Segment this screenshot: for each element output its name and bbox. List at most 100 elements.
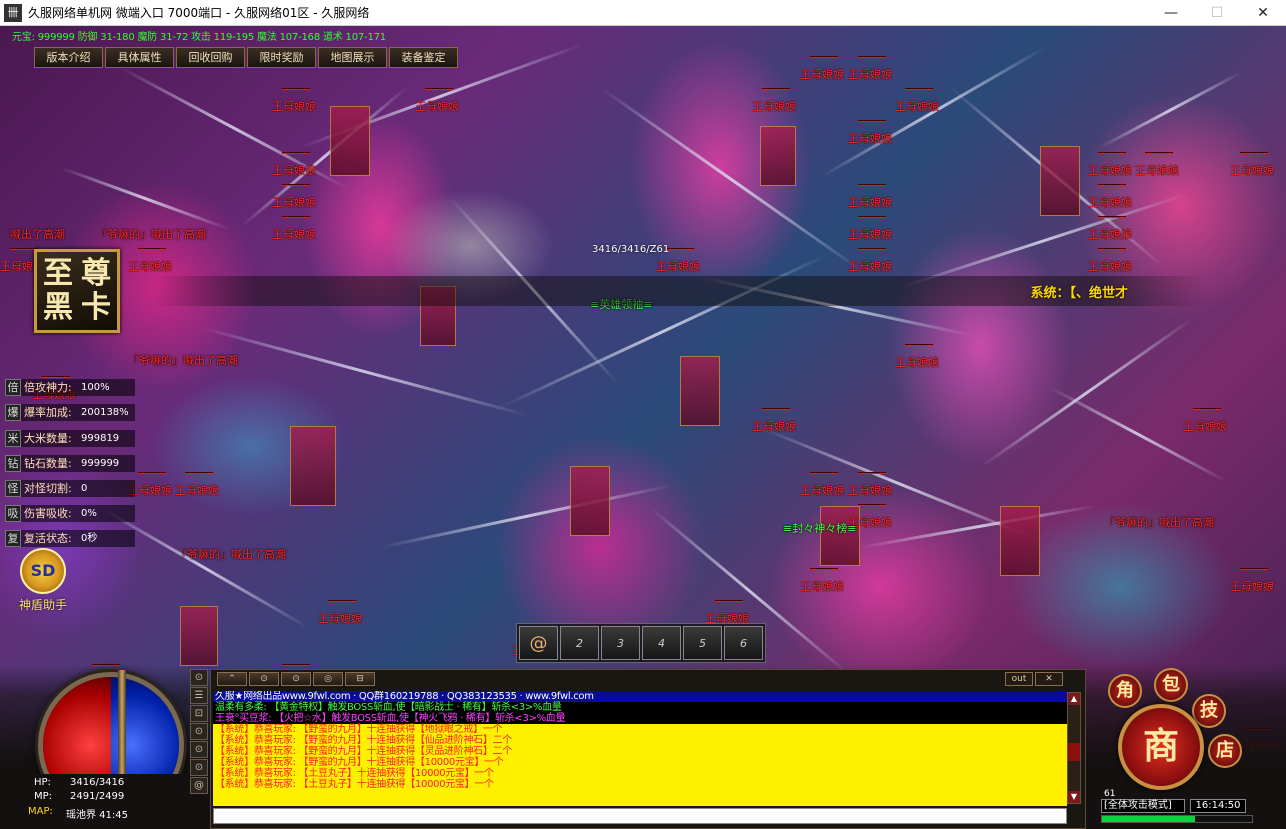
monster-name-tag[interactable]: 王母娘娘 — [1135, 162, 1179, 178]
chat-tab[interactable]: ⊟ — [345, 672, 375, 686]
skill-slot-4[interactable]: 4 — [642, 626, 681, 660]
monster-name-tag[interactable]: 王母娘娘 — [1088, 194, 1132, 210]
monster-name-tag[interactable]: 王母娘娘 — [272, 98, 316, 114]
scroll-up-icon[interactable]: ▲ — [1068, 693, 1080, 705]
monster-name-tag[interactable]: 王母娘娘 — [128, 258, 172, 274]
monster-hp-bar — [1098, 248, 1126, 250]
shop-store-button[interactable]: 店 — [1208, 734, 1242, 768]
chat-input[interactable] — [213, 808, 1067, 824]
chat-side-button[interactable]: ⊡ — [190, 705, 208, 722]
menu-attributes[interactable]: 具体属性 — [105, 47, 174, 68]
monster-name-tag[interactable]: 王母娘娘 — [752, 98, 796, 114]
mp-value: 2491/2499 — [70, 791, 125, 802]
monster-name-tag[interactable]: 王母娘娘 — [800, 482, 844, 498]
menu-timed-rewards[interactable]: 限时奖励 — [247, 47, 316, 68]
character-button[interactable]: 角 — [1108, 674, 1142, 708]
supreme-black-card-button[interactable]: 至 尊 黑 卡 — [34, 249, 120, 333]
light-streak — [859, 504, 1097, 549]
skill-slot-6[interactable]: 6 — [724, 626, 763, 660]
chat-tab[interactable]: ⌃ — [217, 672, 247, 686]
scroll-down-icon[interactable]: ▼ — [1068, 791, 1080, 803]
monster-name-tag[interactable]: 王母娘娘 — [1230, 578, 1274, 594]
menu-recycle[interactable]: 回收回购 — [176, 47, 245, 68]
monster-name-tag[interactable]: 王母娘娘 — [1230, 162, 1274, 178]
monster-name-tag[interactable]: 王母娘娘 — [656, 258, 700, 274]
monster-name-tag[interactable]: 王母娘娘 — [752, 418, 796, 434]
chat-line: 【系统】恭喜玩家: 【野蛮的九月】十连抽获得【10000元宝】一个 — [213, 757, 1067, 768]
mp-row: MP: 2491/2499 — [0, 791, 188, 805]
menu-map-display[interactable]: 地图展示 — [318, 47, 387, 68]
minimize-button[interactable]: — — [1148, 0, 1194, 26]
chat-out-button[interactable]: out — [1005, 672, 1033, 686]
chat-line: 王衰°买豆浆: 【火把☆水】触发BOSS斩血,使【神火飞鸦 · 稀有】斩杀<3>… — [213, 713, 1067, 724]
shop-button[interactable]: 商 — [1118, 704, 1204, 790]
monster-hp-bar — [810, 472, 838, 474]
top-stats: 元宝: 999999 防御 31-180 魔防 31-72 攻击 119-195… — [12, 32, 386, 43]
monster-name-tag[interactable]: 王母娘娘 — [318, 610, 362, 626]
monster-name-tag[interactable]: 王母娘娘 — [895, 98, 939, 114]
chat-at-button[interactable]: @ — [190, 777, 208, 794]
attack-mode-button[interactable]: [全体攻击模式] — [1101, 799, 1185, 813]
monster-name-tag[interactable]: 王母娘娘 — [1088, 162, 1132, 178]
hp-value: 3416/3416 — [70, 777, 125, 788]
monster-name-tag[interactable]: 王母娘娘 — [272, 162, 316, 178]
monster-name-tag[interactable]: 王母娘娘 — [1088, 258, 1132, 274]
chat-side-button[interactable]: ☰ — [190, 687, 208, 704]
monster-name-tag[interactable]: 王母娘娘 — [848, 482, 892, 498]
system-banner-text: 系统：【、绝世才 — [1030, 286, 1128, 301]
player-hp-overhead: 3416/3416/Z61 — [592, 244, 670, 255]
menu-version-intro[interactable]: 版本介绍 — [34, 47, 103, 68]
monster-hp-bar — [185, 472, 213, 474]
shield-assistant-button[interactable]: SD 神盾助手 — [10, 548, 76, 614]
monster-name-tag[interactable]: 王母娘娘 — [272, 194, 316, 210]
stat-key: 米 — [5, 429, 21, 447]
monster-robe — [1000, 506, 1040, 576]
maximize-button[interactable]: ☐ — [1194, 0, 1240, 26]
stat-key: 复 — [5, 529, 21, 547]
menu-equip-appraise[interactable]: 装备鉴定 — [389, 47, 458, 68]
monster-name-tag[interactable]: 王母娘娘 — [1088, 226, 1132, 242]
monster-hp-bar — [425, 88, 453, 90]
monster-hp-bar — [282, 216, 310, 218]
game-window: 卌 久服网络单机网 微端入口 7000端口 - 久服网络01区 - 久服网络 —… — [0, 0, 1286, 829]
player-title-ranking: ≡封々神々榜≡ — [783, 522, 857, 535]
skill-slot-5[interactable]: 5 — [683, 626, 722, 660]
monster-name-tag[interactable]: 王母娘娘 — [415, 98, 459, 114]
monster-name-tag[interactable]: 王母娘娘 — [1183, 418, 1227, 434]
skill-slot-2[interactable]: 2 — [560, 626, 599, 660]
monster-name-tag[interactable]: 王母娘娘 — [848, 258, 892, 274]
monster-hp-bar — [810, 568, 838, 570]
skill-slot-1[interactable]: @ — [519, 626, 558, 660]
monster-name-tag[interactable]: 王母娘娘 — [848, 66, 892, 82]
monster-hp-bar — [858, 248, 886, 250]
chat-scrollbar[interactable]: ▲ ▼ — [1067, 692, 1081, 804]
close-button[interactable]: ✕ — [1240, 0, 1286, 26]
chat-side-button[interactable]: ⊙ — [190, 759, 208, 776]
chat-log[interactable]: 久服★网络出品www.9fwl.com · QQ群160219788 · QQ3… — [213, 691, 1067, 806]
chat-tab[interactable]: ◎ — [313, 672, 343, 686]
monster-hp-bar — [858, 472, 886, 474]
monster-name-tag[interactable]: 王母娘娘 — [848, 194, 892, 210]
chat-side-button[interactable]: ⊙ — [190, 723, 208, 740]
monster-name-tag[interactable]: 王母娘娘 — [175, 482, 219, 498]
monster-name-tag[interactable]: 王母娘娘 — [800, 66, 844, 82]
function-ring: 角 包 技 店 商 — [1100, 668, 1270, 808]
monster-robe — [680, 356, 720, 426]
chat-side-button[interactable]: ⊙ — [190, 741, 208, 758]
chat-tab[interactable]: ⊙ — [249, 672, 279, 686]
window-title: 久服网络单机网 微端入口 7000端口 - 久服网络01区 - 久服网络 — [28, 6, 370, 20]
chat-tab[interactable]: ⊙ — [281, 672, 311, 686]
chat-close-button[interactable]: ✕ — [1035, 672, 1063, 686]
chat-side-button[interactable]: ⊙ — [190, 669, 208, 686]
bag-button[interactable]: 包 — [1154, 668, 1188, 702]
monster-name-tag[interactable]: 王母娘娘 — [272, 226, 316, 242]
monster-name-tag[interactable]: 王母娘娘 — [848, 130, 892, 146]
stat-value: 200138% — [75, 403, 135, 421]
monster-name-tag[interactable]: 王母娘娘 — [800, 578, 844, 594]
map-row: MAP: 瑶池界 41:45 — [0, 806, 188, 821]
scroll-thumb[interactable] — [1068, 743, 1080, 761]
monster-name-tag[interactable]: 王母娘娘 — [895, 354, 939, 370]
stat-key: 吸 — [5, 504, 21, 522]
skill-slot-3[interactable]: 3 — [601, 626, 640, 660]
monster-name-tag[interactable]: 王母娘娘 — [848, 226, 892, 242]
